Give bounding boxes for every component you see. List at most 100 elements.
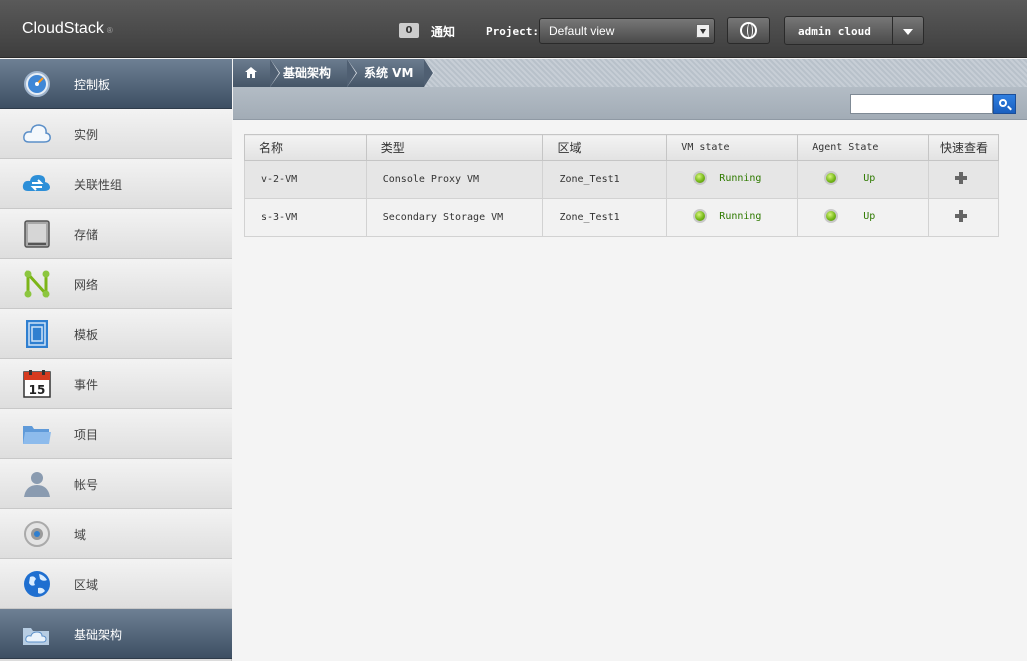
cell-agent-state: Up [797, 198, 930, 237]
breadcrumb-item-system-vm[interactable]: 系统 VM [347, 59, 434, 87]
status-dot-icon [693, 209, 708, 223]
cell-type: Console Proxy VM [365, 160, 544, 199]
table-row[interactable]: s-3-VM Secondary Storage VM Zone_Test1 R… [244, 198, 999, 237]
plus-icon[interactable] [955, 172, 968, 184]
table-header-row: 名称 类型 区域 VM state Agent State 快速查看 [244, 134, 999, 161]
cell-zone: Zone_Test1 [542, 160, 668, 199]
plus-icon[interactable] [955, 210, 968, 222]
status-dot-icon [693, 171, 708, 185]
cell-vm-state: Running [666, 160, 799, 199]
sidebar-item-instances[interactable]: 实例 [0, 109, 232, 159]
sidebar-item-label: 存储 [74, 228, 99, 242]
cell-agent-state: Up [797, 160, 930, 199]
sidebar-item-label: 区域 [74, 578, 99, 592]
sidebar-item-label: 实例 [74, 128, 99, 142]
breadcrumb-label: 系统 VM [364, 66, 414, 80]
sidebar-item-accounts[interactable]: 帐号 [0, 459, 232, 509]
user-name: admin cloud [798, 25, 871, 38]
breadcrumb-label: 基础架构 [283, 66, 332, 80]
account-icon [24, 472, 50, 497]
chevron-down-icon[interactable] [903, 29, 913, 35]
cell-quickview [928, 198, 999, 237]
sidebar-item-label: 帐号 [74, 478, 99, 492]
vm-state-text: Running [719, 172, 762, 184]
project-label: Project: [486, 25, 539, 38]
sidebar: 控制板 实例 关联性组 存储 网络 模板 15 事件 项目 帐号 域 区域 基础… [0, 59, 232, 661]
project-select[interactable]: Default view [539, 18, 715, 44]
status-dot-icon [824, 209, 839, 223]
project-select-value: Default view [549, 24, 615, 38]
agent-state-text: Up [863, 172, 876, 184]
template-icon [26, 320, 48, 348]
cell-quickview [928, 160, 999, 199]
notification-count-badge[interactable]: 0 [399, 23, 419, 38]
column-header-zone[interactable]: 区域 [542, 134, 668, 161]
column-header-vm-state[interactable]: VM state [666, 134, 799, 161]
column-header-type[interactable]: 类型 [365, 134, 544, 161]
cell-zone: Zone_Test1 [542, 198, 668, 237]
sidebar-item-dashboard[interactable]: 控制板 [0, 59, 232, 109]
storage-icon [24, 220, 50, 248]
vm-state-text: Running [719, 210, 762, 222]
cell-name: v-2-VM [244, 160, 367, 199]
cloud-icon [23, 124, 51, 143]
sidebar-item-templates[interactable]: 模板 [0, 309, 232, 359]
network-icon [24, 270, 50, 298]
cloudstack-logo[interactable]: CloudStack ® [22, 20, 113, 38]
top-header: CloudStack ® 0 通知 Project: Default view a… [0, 0, 1027, 58]
language-button[interactable] [727, 17, 770, 44]
calendar-icon: 15 [23, 370, 51, 398]
sidebar-item-events[interactable]: 15 事件 [0, 359, 232, 409]
domain-icon [24, 521, 50, 547]
column-header-quickview: 快速查看 [928, 134, 999, 161]
sidebar-item-label: 关联性组 [74, 178, 123, 192]
sidebar-item-projects[interactable]: 项目 [0, 409, 232, 459]
column-header-name[interactable]: 名称 [244, 134, 367, 161]
sidebar-item-label: 域 [74, 528, 87, 542]
sidebar-item-infrastructure[interactable]: 基础架构 [0, 609, 232, 659]
agent-state-text: Up [863, 210, 876, 222]
notification-link[interactable]: 通知 [431, 23, 455, 40]
table-row[interactable]: v-2-VM Console Proxy VM Zone_Test1 Runni… [244, 160, 999, 199]
logo-registered-mark: ® [106, 26, 113, 35]
column-header-agent-state[interactable]: Agent State [797, 134, 930, 161]
breadcrumb-separator [270, 59, 279, 87]
cell-name: s-3-VM [244, 198, 367, 237]
globe-icon [740, 22, 757, 39]
system-vm-table: 名称 类型 区域 VM state Agent State 快速查看 v-2-V… [244, 134, 999, 237]
sidebar-item-storage[interactable]: 存储 [0, 209, 232, 259]
sidebar-item-affinity-groups[interactable]: 关联性组 [0, 159, 232, 209]
breadcrumb: 基础架构 系统 VM [233, 59, 1027, 87]
home-icon [245, 67, 257, 78]
sidebar-item-label: 项目 [74, 428, 99, 442]
sidebar-item-label: 事件 [74, 378, 99, 392]
breadcrumb-item-infrastructure[interactable]: 基础架构 [270, 59, 357, 87]
search-button[interactable] [993, 94, 1016, 114]
cell-vm-state: Running [666, 198, 799, 237]
infrastructure-icon [23, 628, 49, 645]
toolbar [233, 87, 1027, 120]
calendar-day: 15 [29, 383, 46, 397]
search-input[interactable] [850, 94, 993, 114]
sidebar-item-label: 控制板 [74, 78, 111, 92]
dashboard-icon [24, 71, 50, 97]
search-icon-handle [1007, 105, 1012, 111]
globe-icon [24, 571, 50, 597]
cell-type: Secondary Storage VM [365, 198, 544, 237]
breadcrumb-separator [424, 59, 433, 87]
user-menu-divider [892, 17, 893, 44]
sidebar-item-label: 基础架构 [74, 628, 123, 642]
search-icon [999, 99, 1007, 107]
sidebar-item-network[interactable]: 网络 [0, 259, 232, 309]
sidebar-item-domains[interactable]: 域 [0, 509, 232, 559]
folder-icon [23, 426, 51, 444]
sidebar-item-zones[interactable]: 区域 [0, 559, 232, 609]
chevron-down-icon [696, 24, 710, 38]
sidebar-item-label: 网络 [74, 278, 99, 292]
user-menu-button[interactable]: admin cloud [784, 16, 924, 45]
logo-text: CloudStack [22, 20, 104, 37]
breadcrumb-separator [347, 59, 356, 87]
breadcrumb-home[interactable] [233, 59, 280, 87]
sidebar-item-label: 模板 [74, 328, 99, 342]
affinity-group-icon [22, 175, 50, 191]
